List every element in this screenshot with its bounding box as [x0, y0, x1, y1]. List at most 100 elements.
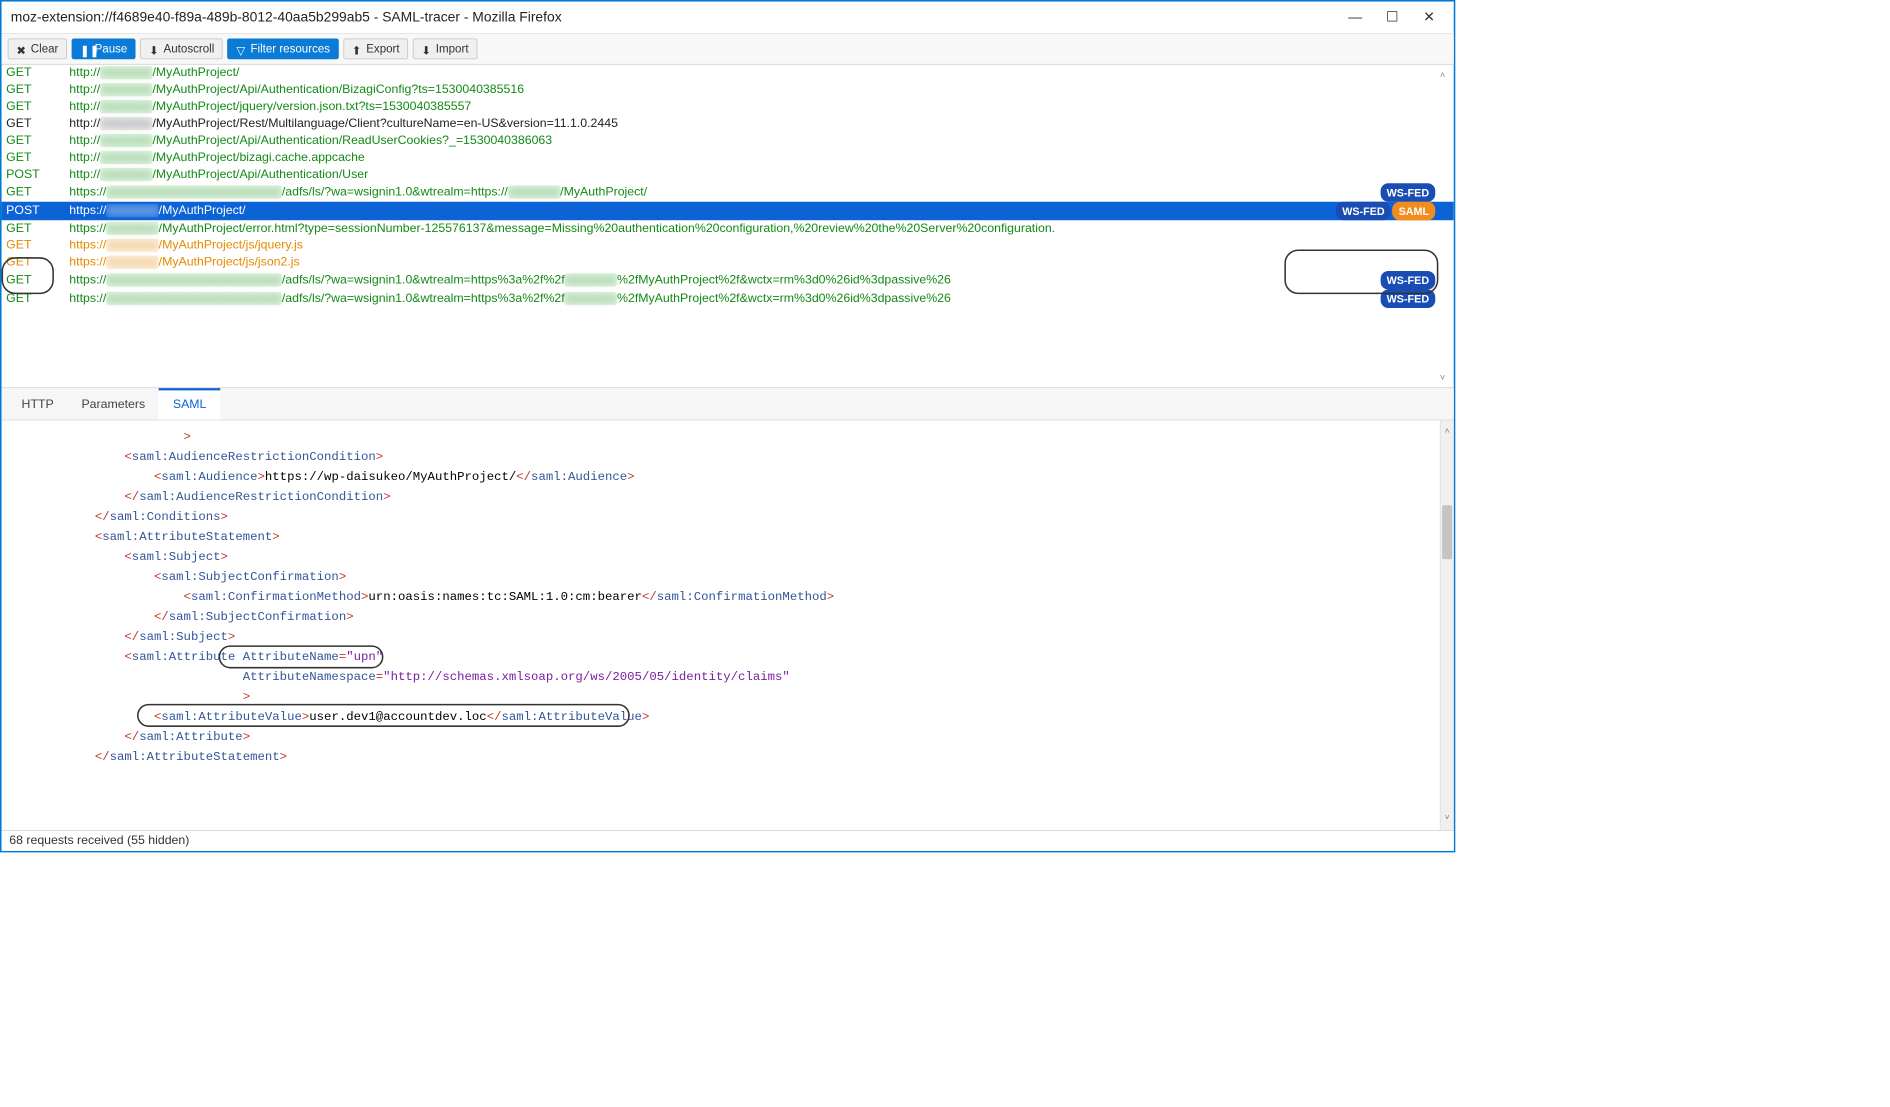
request-row[interactable]: GEThttp://xxxxxxxx/MyAuthProject/jquery/… — [2, 99, 1454, 116]
request-row[interactable]: GEThttp://xxxxxxxx/MyAuthProject/ — [2, 65, 1454, 82]
detail-scrollbar[interactable]: ˄ ˅ — [1440, 420, 1454, 830]
xml-line: > — [6, 427, 1449, 447]
request-url: https://xxxxxxxxxxxxxxxxxxxxxxxxxxxx/adf… — [69, 272, 1380, 289]
request-row[interactable]: GEThttps://xxxxxxxx/MyAuthProject/error.… — [2, 220, 1454, 237]
minimize-button[interactable]: — — [1346, 8, 1364, 26]
request-method: POST — [6, 166, 69, 183]
saml-detail-pane[interactable]: > <saml:AudienceRestrictionCondition> <s… — [2, 420, 1454, 830]
request-row[interactable]: GEThttps://xxxxxxxxxxxxxxxxxxxxxxxxxxxx/… — [2, 183, 1454, 201]
request-method: GET — [6, 290, 69, 307]
tab-saml[interactable]: SAML — [159, 388, 220, 420]
window-title: moz-extension://f4689e40-f89a-489b-8012-… — [8, 5, 565, 30]
request-method: GET — [6, 116, 69, 133]
request-row[interactable]: GEThttp://xxxxxxxx/MyAuthProject/bizagi.… — [2, 149, 1454, 166]
tab-parameters[interactable]: Parameters — [68, 388, 159, 420]
request-method: GET — [6, 184, 69, 201]
request-url: http://xxxxxxxx/MyAuthProject/jquery/ver… — [69, 99, 1435, 116]
xml-line: AttributeNamespace="http://schemas.xmlso… — [6, 667, 1449, 687]
tab-http[interactable]: HTTP — [8, 388, 68, 420]
request-method: GET — [6, 272, 69, 289]
request-url: https://xxxxxxxx/MyAuthProject/js/json2.… — [69, 254, 1435, 271]
wsfed-badge: WS-FED — [1380, 271, 1435, 289]
wsfed-badge: WS-FED — [1336, 202, 1391, 220]
request-row[interactable]: GEThttps://xxxxxxxxxxxxxxxxxxxxxxxxxxxx/… — [2, 271, 1454, 289]
status-text: 68 requests received (55 hidden) — [9, 834, 189, 847]
request-method: GET — [6, 254, 69, 271]
request-row[interactable]: GEThttps://xxxxxxxxxxxxxxxxxxxxxxxxxxxx/… — [2, 290, 1454, 308]
xml-line: > — [6, 687, 1449, 707]
chevron-down-icon[interactable]: ˅ — [1441, 809, 1454, 829]
request-row[interactable]: GEThttp://xxxxxxxx/MyAuthProject/Api/Aut… — [2, 132, 1454, 149]
request-row[interactable]: GEThttps://xxxxxxxx/MyAuthProject/js/jso… — [2, 254, 1454, 271]
xml-line: </saml:AudienceRestrictionCondition> — [6, 487, 1449, 507]
wsfed-badge: WS-FED — [1380, 183, 1435, 201]
request-badges: WS-FED — [1380, 290, 1449, 308]
scrollbar-thumb[interactable] — [1442, 505, 1452, 559]
request-url: https://xxxxxxxx/MyAuthProject/ — [69, 203, 1336, 220]
request-row[interactable]: GEThttp://xxxxxxxx/MyAuthProject/Api/Aut… — [2, 82, 1454, 99]
request-method: GET — [6, 132, 69, 149]
import-button[interactable]: ⬇ Import — [413, 39, 477, 60]
xml-line: </saml:Conditions> — [6, 507, 1449, 527]
xml-line: <saml:Audience>https://wp-daisukeo/MyAut… — [6, 467, 1449, 487]
xml-line: <saml:Subject> — [6, 547, 1449, 567]
filter-button[interactable]: ▽ Filter resources — [227, 39, 338, 60]
import-label: Import — [436, 42, 469, 55]
xml-line: </saml:Subject> — [6, 627, 1449, 647]
pause-button[interactable]: ❚❚ Pause — [72, 39, 136, 60]
detail-tabs: HTTP Parameters SAML — [2, 388, 1454, 420]
request-row[interactable]: GEThttps://xxxxxxxx/MyAuthProject/js/jqu… — [2, 237, 1454, 254]
export-button[interactable]: ⬆ Export — [343, 39, 408, 60]
maximize-button[interactable]: ☐ — [1383, 8, 1401, 26]
request-url: http://xxxxxxxx/MyAuthProject/Rest/Multi… — [69, 116, 1435, 133]
request-list[interactable]: ˄ ˅ GEThttp://xxxxxxxx/MyAuthProject/GET… — [2, 65, 1454, 388]
pause-label: Pause — [95, 42, 128, 55]
clear-label: Clear — [31, 42, 59, 55]
xml-line: <saml:Attribute AttributeName="upn" — [6, 647, 1449, 667]
request-row[interactable]: GEThttp://xxxxxxxx/MyAuthProject/Rest/Mu… — [2, 116, 1454, 133]
wsfed-badge: WS-FED — [1380, 290, 1435, 308]
chevron-up-icon[interactable]: ˄ — [1441, 422, 1454, 442]
statusbar: 68 requests received (55 hidden) — [2, 830, 1454, 851]
import-icon: ⬇ — [421, 44, 431, 54]
request-method: GET — [6, 99, 69, 116]
request-method: GET — [6, 237, 69, 254]
request-row[interactable]: POSThttp://xxxxxxxx/MyAuthProject/Api/Au… — [2, 166, 1454, 183]
request-method: GET — [6, 65, 69, 82]
window-controls: — ☐ ✕ — [1346, 8, 1448, 26]
request-method: GET — [6, 82, 69, 99]
request-url: https://xxxxxxxxxxxxxxxxxxxxxxxxxxxx/adf… — [69, 290, 1380, 307]
xml-line: </saml:SubjectConfirmation> — [6, 607, 1449, 627]
request-badges: WS-FED — [1380, 183, 1449, 201]
request-method: POST — [6, 203, 69, 220]
xml-line: <saml:AudienceRestrictionCondition> — [6, 447, 1449, 467]
x-icon: ✖ — [16, 44, 26, 54]
xml-line: <saml:ConfirmationMethod>urn:oasis:names… — [6, 587, 1449, 607]
request-scrollbar[interactable]: ˄ ˅ — [1440, 65, 1452, 388]
xml-line: <saml:SubjectConfirmation> — [6, 567, 1449, 587]
autoscroll-label: Autoscroll — [164, 42, 215, 55]
clear-button[interactable]: ✖ Clear — [8, 39, 67, 60]
request-badges: WS-FEDSAML — [1336, 202, 1449, 220]
request-url: http://xxxxxxxx/MyAuthProject/ — [69, 65, 1435, 82]
xml-line: </saml:Attribute> — [6, 727, 1449, 747]
filter-label: Filter resources — [250, 42, 330, 55]
autoscroll-button[interactable]: ⬇ Autoscroll — [140, 39, 222, 60]
chevron-up-icon[interactable]: ˄ — [1440, 66, 1445, 83]
xml-line: </saml:AttributeStatement> — [6, 747, 1449, 767]
chevron-down-icon[interactable]: ˅ — [1440, 369, 1445, 386]
request-method: GET — [6, 149, 69, 166]
request-url: https://xxxxxxxx/MyAuthProject/error.htm… — [69, 220, 1435, 237]
close-button[interactable]: ✕ — [1420, 8, 1438, 26]
export-icon: ⬆ — [352, 44, 362, 54]
download-icon: ⬇ — [149, 44, 159, 54]
request-badges: WS-FED — [1380, 271, 1449, 289]
request-method: GET — [6, 220, 69, 237]
request-url: http://xxxxxxxx/MyAuthProject/Api/Authen… — [69, 82, 1435, 99]
xml-line: <saml:AttributeValue>user.dev1@accountde… — [6, 707, 1449, 727]
request-url: http://xxxxxxxx/MyAuthProject/Api/Authen… — [69, 132, 1435, 149]
request-row[interactable]: POSThttps://xxxxxxxx/MyAuthProject/WS-FE… — [2, 202, 1454, 220]
xml-line: <saml:AttributeStatement> — [6, 527, 1449, 547]
toolbar: ✖ Clear ❚❚ Pause ⬇ Autoscroll ▽ Filter r… — [2, 34, 1454, 65]
window-titlebar: moz-extension://f4689e40-f89a-489b-8012-… — [2, 2, 1454, 34]
